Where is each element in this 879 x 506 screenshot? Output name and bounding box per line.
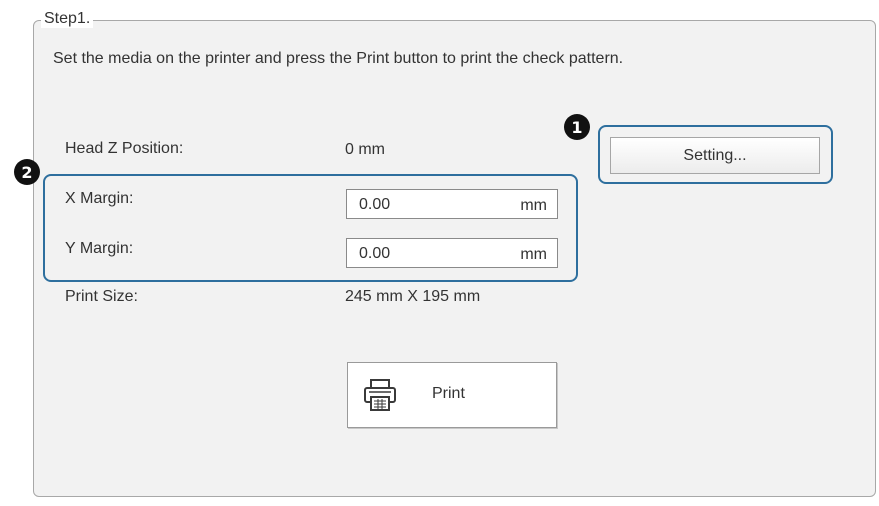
instruction-text: Set the media on the printer and press t… [53, 50, 624, 67]
setting-button[interactable]: Setting... [610, 137, 820, 174]
callout-2: 2 [14, 159, 40, 185]
print-button-label: Print [432, 385, 465, 402]
print-size-value: 245 mm X 195 mm [345, 288, 481, 305]
head-z-position-value: 0 mm [345, 141, 385, 158]
print-size-label: Print Size: [65, 288, 138, 305]
callout-1: 1 [564, 114, 590, 140]
groupbox-legend: Step1. [41, 10, 94, 28]
head-z-position-label: Head Z Position: [65, 140, 184, 157]
printer-icon [364, 379, 396, 411]
margins-highlight-box [43, 174, 578, 282]
print-button[interactable]: Print [347, 362, 557, 428]
